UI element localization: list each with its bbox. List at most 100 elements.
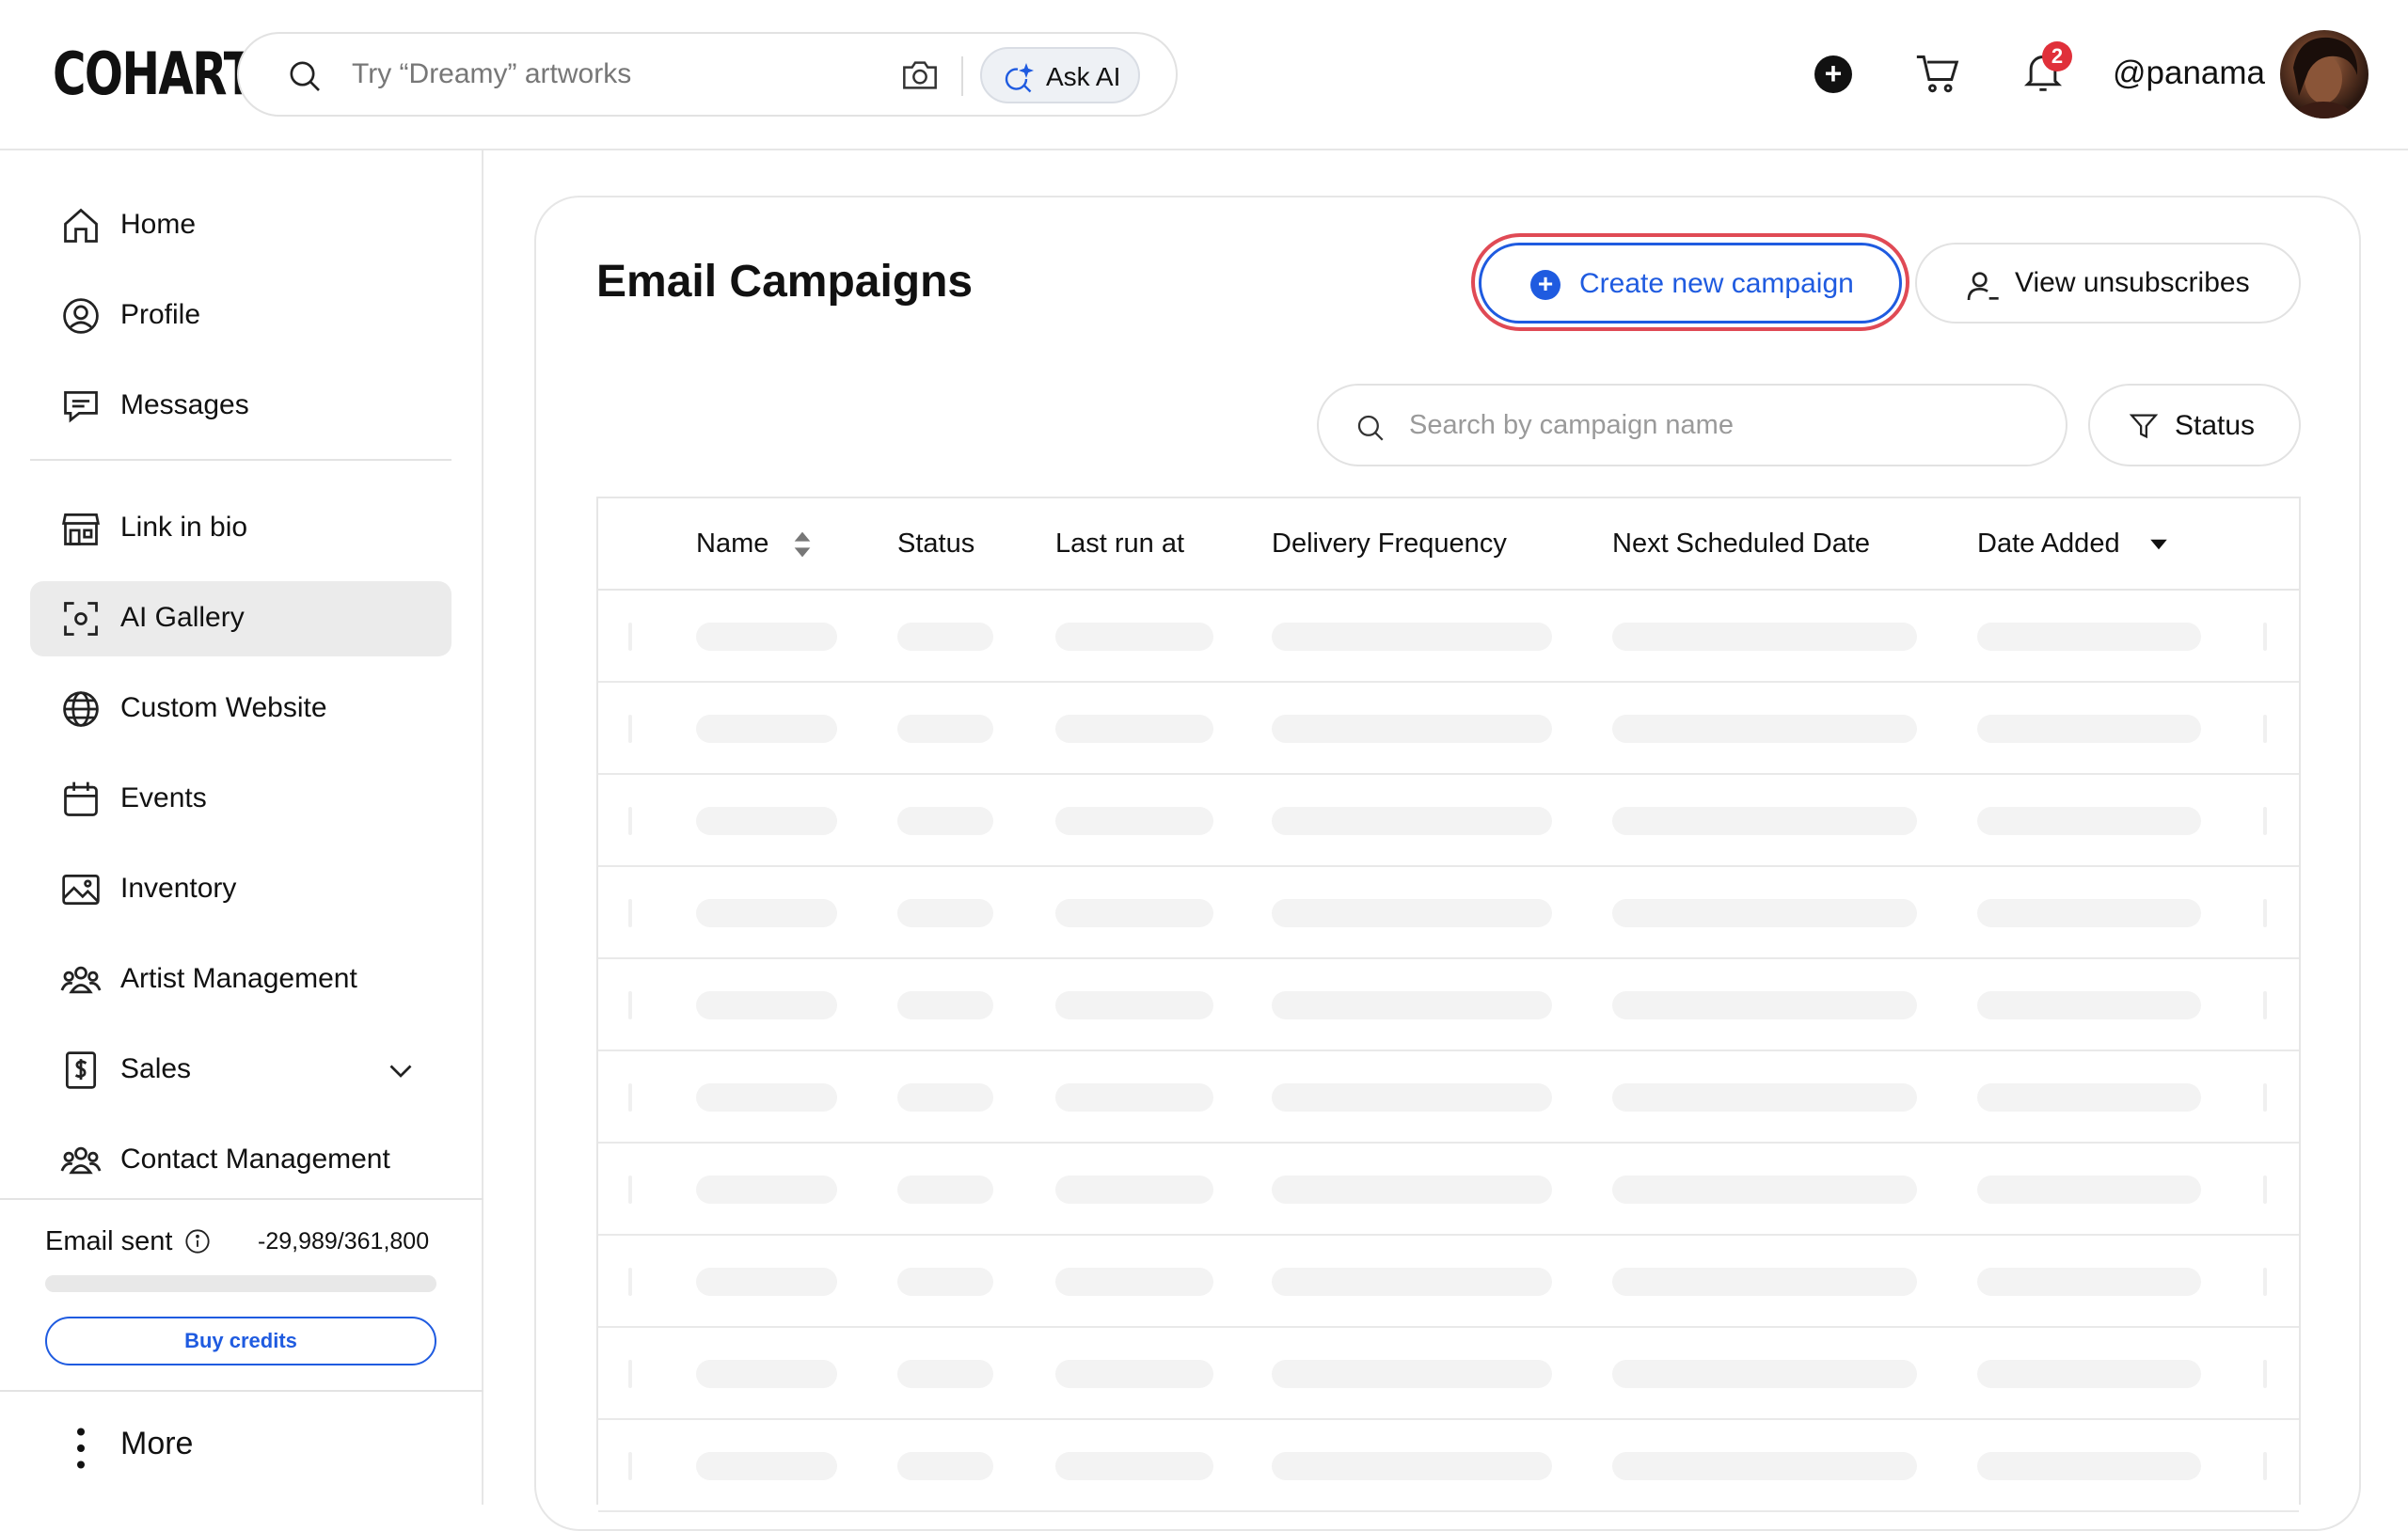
skeleton-cell — [897, 807, 993, 835]
ai-sparkle-icon — [1005, 62, 1035, 93]
add-plus-icon[interactable]: + — [1814, 55, 1852, 93]
skeleton-edge — [2263, 1268, 2267, 1296]
contacts-icon — [60, 1146, 102, 1175]
skeleton-cell — [1055, 1176, 1213, 1204]
sidebar-item-label: Home — [120, 209, 197, 240]
sidebar-item-profile[interactable]: Profile — [30, 278, 452, 354]
sidebar-item-link-in-bio[interactable]: Link in bio — [30, 491, 452, 566]
skeleton-cell — [897, 715, 993, 743]
skeleton-cell — [1055, 1083, 1213, 1112]
username[interactable]: @panama — [2113, 55, 2265, 92]
skeleton-cell — [1612, 1268, 1917, 1296]
view-unsubscribes-label: View unsubscribes — [2015, 267, 2250, 298]
more-divider — [0, 1390, 483, 1392]
sidebar-item-label: Contact Management — [120, 1144, 390, 1175]
artwork-search-bar[interactable]: Try “Dreamy” artworks Ask AI — [237, 32, 1178, 117]
column-header-next-scheduled-date[interactable]: Next Scheduled Date — [1612, 529, 1870, 560]
cart-icon[interactable] — [1915, 53, 1960, 96]
skeleton-cell — [1272, 807, 1552, 835]
skeleton-cell — [1272, 991, 1552, 1019]
cohart-logo[interactable]: COHART — [53, 39, 255, 108]
skeleton-cell — [1055, 623, 1213, 651]
sidebar-item-events[interactable]: Events — [30, 762, 452, 837]
artwork-search-input[interactable]: Try “Dreamy” artworks — [352, 58, 631, 90]
column-header-last-run-at[interactable]: Last run at — [1055, 529, 1184, 560]
skeleton-cell — [1977, 1452, 2201, 1480]
sidebar-item-home[interactable]: Home — [30, 188, 452, 263]
skeleton-cell — [696, 1452, 837, 1480]
more-label[interactable]: More — [120, 1426, 193, 1462]
skeleton-edge — [628, 899, 632, 927]
sidebar-item-label: Artist Management — [120, 963, 357, 994]
info-icon[interactable] — [184, 1228, 211, 1255]
skeleton-edge — [2263, 1176, 2267, 1204]
skeleton-cell — [1977, 991, 2201, 1019]
column-header-status[interactable]: Status — [897, 529, 974, 560]
sidebar-item-ai-gallery[interactable]: AI Gallery — [30, 581, 452, 656]
skeleton-cell — [897, 623, 993, 651]
top-header: COHART Try “Dreamy” artworks Ask AI + 2 … — [0, 0, 2408, 150]
dollar-doc-icon — [65, 1051, 97, 1089]
home-icon — [64, 208, 98, 243]
skeleton-edge — [628, 1268, 632, 1296]
calendar-icon — [64, 781, 98, 816]
skeleton-cell — [1272, 899, 1552, 927]
skeleton-cell — [696, 623, 837, 651]
search-divider — [961, 56, 963, 96]
sidebar-item-custom-website[interactable]: Custom Website — [30, 671, 452, 747]
chevron-down-icon[interactable] — [384, 1053, 418, 1087]
skeleton-cell — [1055, 899, 1213, 927]
skeleton-cell — [1055, 1360, 1213, 1388]
table-row — [598, 1051, 2299, 1144]
status-filter-button[interactable]: Status — [2088, 384, 2301, 466]
sidebar-item-messages[interactable]: Messages — [30, 369, 452, 444]
skeleton-cell — [897, 1176, 993, 1204]
sidebar-item-label: Profile — [120, 299, 201, 330]
status-filter-label: Status — [2175, 410, 2256, 441]
skeleton-cell — [696, 1083, 837, 1112]
skeleton-edge — [2263, 899, 2267, 927]
column-header-name[interactable]: Name — [696, 529, 768, 560]
skeleton-cell — [1272, 1268, 1552, 1296]
avatar[interactable] — [2280, 30, 2368, 118]
sidebar-item-label: Messages — [120, 389, 249, 420]
skeleton-cell — [1977, 715, 2201, 743]
user-minus-icon — [1967, 272, 1999, 301]
table-row — [598, 1144, 2299, 1236]
column-header-delivery-frequency[interactable]: Delivery Frequency — [1272, 529, 1507, 560]
skeleton-cell — [1612, 1452, 1917, 1480]
skeleton-cell — [696, 991, 837, 1019]
skeleton-cell — [1977, 1176, 2201, 1204]
skeleton-edge — [628, 715, 632, 743]
skeleton-cell — [1977, 807, 2201, 835]
skeleton-edge — [628, 1452, 632, 1480]
sidebar-item-artist-management[interactable]: Artist Management — [30, 942, 452, 1018]
campaigns-table: Name Status Last run at Delivery Frequen… — [596, 497, 2301, 1512]
skeleton-cell — [1272, 1360, 1552, 1388]
sidebar-item-sales[interactable]: Sales — [30, 1033, 452, 1108]
sort-icon[interactable] — [792, 530, 813, 559]
user-circle-icon — [63, 298, 99, 334]
skeleton-edge — [628, 807, 632, 835]
create-campaign-label: Create new campaign — [1579, 268, 1854, 299]
sidebar-divider — [30, 459, 452, 461]
caret-down-icon[interactable] — [2148, 538, 2169, 551]
sidebar-item-inventory[interactable]: Inventory — [30, 852, 452, 927]
sidebar-item-contact-management[interactable]: Contact Management — [30, 1123, 452, 1198]
table-row — [598, 867, 2299, 959]
campaign-search-bar[interactable]: Search by campaign name — [1317, 384, 2067, 466]
sidebar-item-label: Sales — [120, 1053, 192, 1084]
campaign-search-input[interactable]: Search by campaign name — [1409, 410, 1734, 441]
sidebar-item-label: Inventory — [120, 873, 237, 904]
buy-credits-button[interactable]: Buy credits — [45, 1317, 436, 1365]
column-header-date-added[interactable]: Date Added — [1977, 529, 2120, 560]
skeleton-cell — [1272, 1176, 1552, 1204]
skeleton-edge — [628, 991, 632, 1019]
skeleton-edge — [2263, 991, 2267, 1019]
camera-icon[interactable] — [899, 56, 941, 94]
skeleton-cell — [1055, 715, 1213, 743]
ask-ai-button[interactable]: Ask AI — [980, 47, 1140, 103]
scan-face-icon — [64, 602, 98, 636]
create-campaign-button[interactable]: + Create new campaign — [1479, 243, 1902, 324]
view-unsubscribes-button[interactable]: View unsubscribes — [1915, 243, 2301, 324]
